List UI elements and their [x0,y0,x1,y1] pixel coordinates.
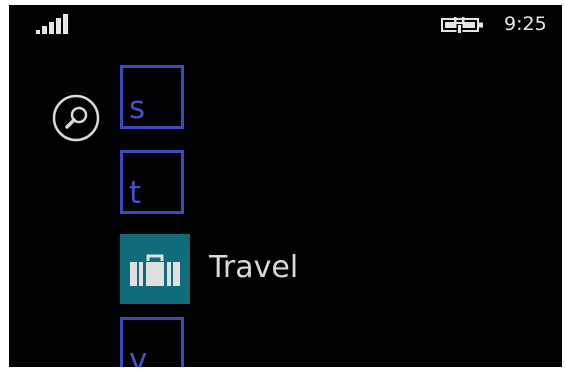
signal-strength-icon [36,14,68,34]
letter-tile-t[interactable]: t [120,150,184,214]
battery-charging-icon [441,17,483,33]
letter-tile-label: v [129,342,148,367]
app-label-travel: Travel [209,250,299,285]
search-icon [52,94,100,142]
app-list-item-travel[interactable]: Travel [120,234,420,304]
letter-tile-label: t [129,175,142,211]
suitcase-icon [130,254,180,286]
clock: 9:25 [504,13,547,35]
search-button[interactable] [52,94,100,142]
phone-screen: 9:25 s t Travel v [9,5,562,367]
status-bar: 9:25 [9,5,562,43]
app-tile-travel [120,234,190,304]
letter-tile-v[interactable]: v [120,317,184,367]
letter-tile-s[interactable]: s [120,65,184,129]
letter-tile-label: s [129,90,146,126]
